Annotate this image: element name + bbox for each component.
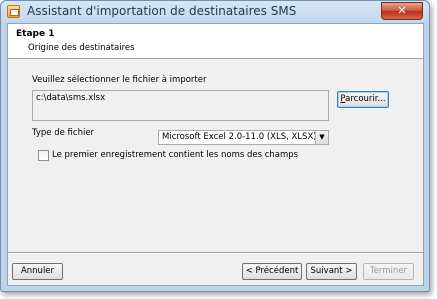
window-title: Assistant d'importation de destinataires… (27, 4, 297, 18)
file-path-value: c:\data\sms.xlsx (36, 93, 106, 103)
header-row-checkbox-label[interactable]: Le premier enregistrement contient les n… (52, 150, 298, 160)
close-icon: ✕ (397, 4, 407, 17)
cancel-button[interactable]: Annuler (12, 263, 63, 280)
close-button[interactable]: ✕ (381, 2, 423, 20)
title-bar[interactable]: Assistant d'importation de destinataires… (1, 1, 429, 23)
step-title: Etape 1 (16, 29, 55, 39)
chevron-down-icon[interactable]: ▼ (315, 131, 328, 144)
finish-button[interactable]: Terminer (363, 263, 414, 280)
wizard-window: Assistant d'importation de destinataires… (0, 0, 430, 292)
header-row-checkbox[interactable] (38, 150, 49, 161)
app-icon (7, 5, 20, 18)
filetype-select[interactable]: Microsoft Excel 2.0-11.0 (XLS, XLSX) ▼ (158, 130, 329, 145)
browse-button[interactable]: Parcourir... (337, 91, 389, 108)
step-header: Etape 1 Origine des destinataires (8, 24, 423, 59)
file-prompt-label: Veuillez sélectionner le fichier à impor… (32, 75, 207, 85)
step-subtitle: Origine des destinataires (28, 43, 135, 53)
wizard-body: Etape 1 Origine des destinataires Veuill… (7, 23, 424, 286)
footer-divider (8, 252, 423, 254)
filetype-label: Type de fichier (32, 128, 95, 138)
previous-button[interactable]: < Précédent (242, 263, 302, 280)
file-path-field[interactable]: c:\data\sms.xlsx (32, 90, 329, 121)
next-button[interactable]: Suivant > (306, 263, 357, 280)
filetype-selected: Microsoft Excel 2.0-11.0 (XLS, XLSX) (162, 132, 317, 142)
